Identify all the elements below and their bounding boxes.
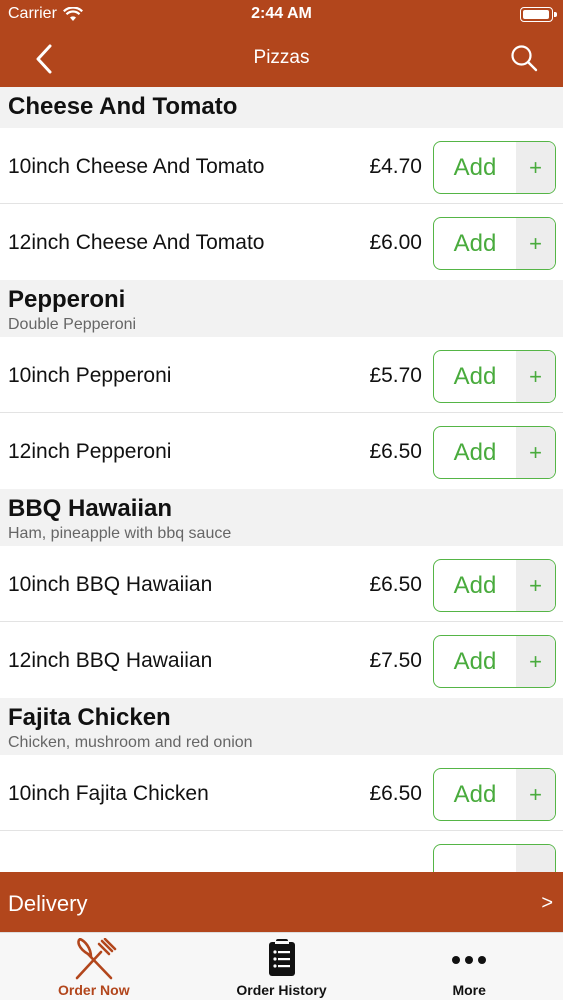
menu-list[interactable]: Cheese And Tomato 10inch Cheese And Tomat…: [0, 87, 563, 872]
section-header: BBQ Hawaiian Ham, pineapple with bbq sauc…: [0, 489, 563, 546]
add-button-label: Add: [453, 153, 497, 181]
menu-item-row: 12inch Cheese And Tomato £6.00 Add +: [0, 204, 563, 280]
menu-item-price: £6.00: [369, 231, 422, 254]
status-time: 2:44 AM: [251, 5, 312, 22]
delivery-label: Delivery: [8, 891, 88, 916]
plus-icon: +: [516, 218, 555, 269]
add-button[interactable]: Add +: [433, 217, 556, 270]
plus-icon: +: [516, 769, 555, 820]
menu-item-row: 12inch Pepperoni £6.50 Add +: [0, 413, 563, 489]
plus-icon: +: [516, 636, 555, 687]
tab-order-history[interactable]: Order History: [188, 933, 376, 1000]
top-bar: Carrier 2:44 AM Pizzas: [0, 0, 563, 87]
menu-item-price: £4.70: [369, 155, 422, 178]
nav-bar: Pizzas: [0, 30, 563, 87]
add-button[interactable]: Add +: [433, 141, 556, 194]
tab-label: More: [452, 982, 486, 998]
menu-item-name: 12inch BBQ Hawaiian: [8, 649, 213, 672]
section-items: 10inch BBQ Hawaiian £6.50 Add +12inch BBQ H…: [0, 546, 563, 698]
menu-item-price: £6.50: [369, 573, 422, 596]
add-button-label: Add: [453, 571, 497, 599]
battery-icon: [520, 7, 557, 22]
add-button[interactable]: Add +: [433, 559, 556, 612]
menu-item-price: £7.50: [369, 649, 422, 672]
section-title: Pepperoni: [8, 286, 126, 313]
menu-item-name: 10inch Fajita Chicken: [8, 782, 209, 805]
add-button-label: Add: [453, 780, 497, 808]
menu-item-row: 10inch BBQ Hawaiian £6.50 Add +: [0, 546, 563, 622]
more-dots-icon: [452, 956, 487, 964]
section-header: Pepperoni Double Pepperoni: [0, 280, 563, 337]
add-button[interactable]: Add +: [433, 426, 556, 479]
tab-label: Order Now: [58, 982, 130, 998]
status-bar: Carrier 2:44 AM: [0, 0, 563, 30]
tab-label: Order History: [236, 982, 327, 998]
search-icon[interactable]: [509, 43, 539, 73]
menu-item-row: 10inch Cheese And Tomato £4.70 Add +: [0, 128, 563, 204]
section-header: Cheese And Tomato: [0, 87, 563, 128]
add-button[interactable]: Add +: [433, 350, 556, 403]
delivery-chevron-icon: >: [541, 892, 553, 914]
fork-knife-icon: [75, 938, 117, 980]
menu-item-name: 10inch Cheese And Tomato: [8, 155, 265, 178]
menu-item-row: [0, 831, 563, 872]
page-title: Pizzas: [253, 47, 310, 68]
clipboard-list-icon: [268, 939, 295, 976]
section-items: 10inch Cheese And Tomato £4.70 Add +12inch …: [0, 128, 563, 280]
menu-item-price: £5.70: [369, 364, 422, 387]
section-title: BBQ Hawaiian: [8, 495, 173, 522]
plus-icon: [516, 845, 555, 872]
menu-item-name: 12inch Cheese And Tomato: [8, 231, 265, 254]
tab-bar: Order Now Order History More: [0, 932, 563, 1000]
menu-item-row: 10inch Fajita Chicken £6.50 Add +: [0, 755, 563, 831]
add-button-label: Add: [453, 647, 497, 675]
section-title: Cheese And Tomato: [8, 93, 238, 120]
add-button-label: Add: [453, 229, 497, 257]
add-button-label: Add: [453, 362, 497, 390]
section-title: Fajita Chicken: [8, 704, 171, 731]
menu-item-name: 12inch Pepperoni: [8, 440, 172, 463]
menu-item-row: 12inch BBQ Hawaiian £7.50 Add +: [0, 622, 563, 698]
add-button-label: Add: [453, 438, 497, 466]
menu-item-name: 10inch BBQ Hawaiian: [8, 573, 213, 596]
section-description: Chicken, mushroom and red onion: [8, 734, 253, 751]
section-header: Fajita Chicken Chicken, mushroom and red …: [0, 698, 563, 755]
menu-item-price: £6.50: [369, 782, 422, 805]
section-description: Double Pepperoni: [8, 316, 137, 333]
plus-icon: +: [516, 351, 555, 402]
plus-icon: +: [516, 142, 555, 193]
tab-order-now[interactable]: Order Now: [0, 933, 188, 1000]
menu-item-name: 10inch Pepperoni: [8, 364, 172, 387]
delivery-button[interactable]: Delivery >: [0, 872, 563, 932]
menu-item-row: 10inch Pepperoni £5.70 Add +: [0, 337, 563, 413]
section-items: 10inch Pepperoni £5.70 Add +12inch Pepperon…: [0, 337, 563, 489]
section-description: Ham, pineapple with bbq sauce: [8, 525, 232, 542]
tab-more[interactable]: More: [375, 933, 563, 1000]
add-button-label: [434, 845, 516, 872]
menu-item-price: £6.50: [369, 440, 422, 463]
add-button[interactable]: Add +: [433, 768, 556, 821]
add-button[interactable]: [433, 844, 556, 872]
add-button[interactable]: Add +: [433, 635, 556, 688]
plus-icon: +: [516, 560, 555, 611]
section-items: 10inch Fajita Chicken £6.50 Add +: [0, 755, 563, 872]
plus-icon: +: [516, 427, 555, 478]
